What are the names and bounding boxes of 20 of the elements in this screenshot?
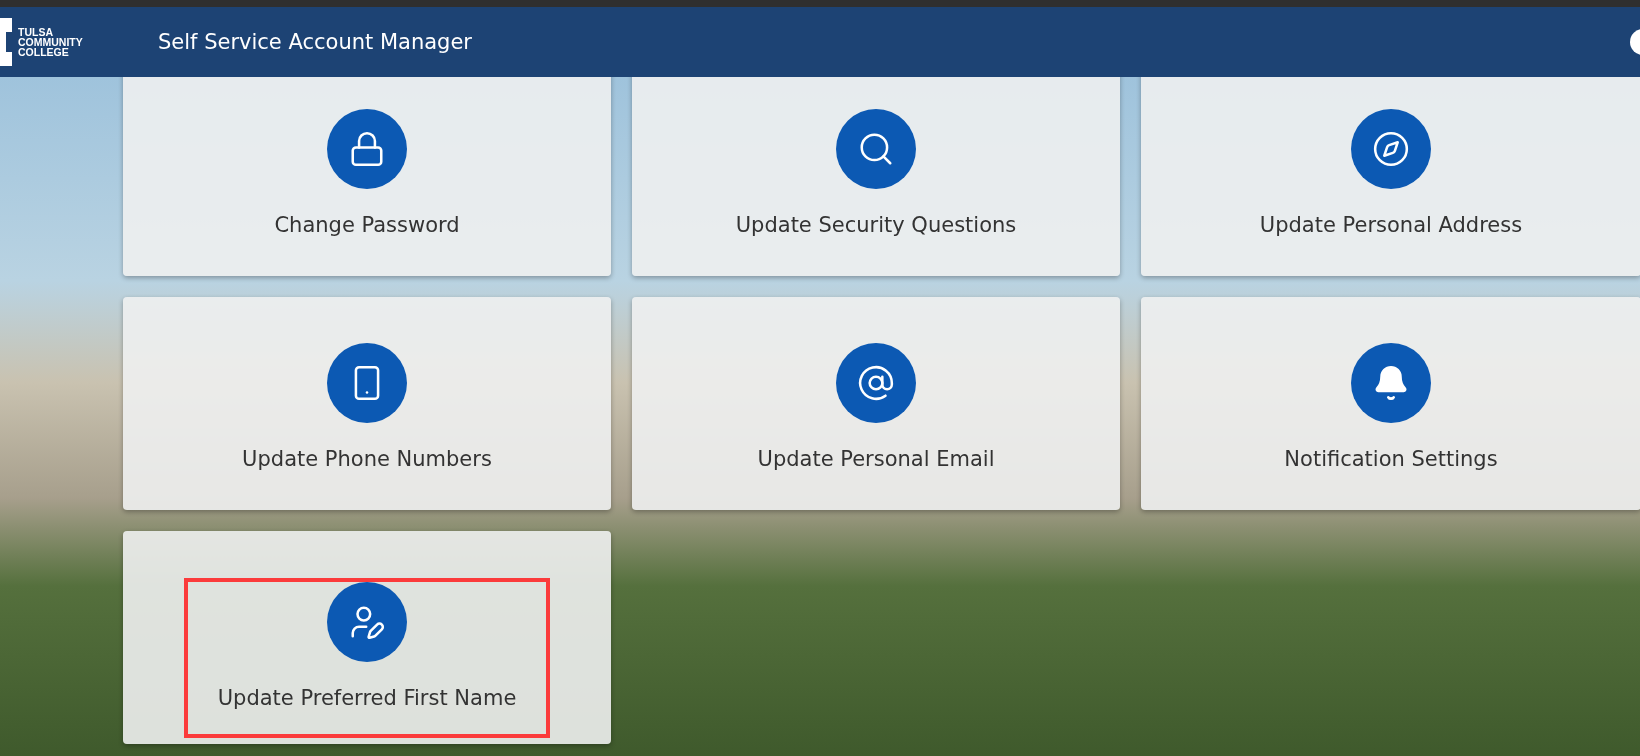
- logo-text: TULSA COMMUNITY COLLEGE: [18, 27, 83, 57]
- card-label: Update Preferred First Name: [217, 685, 517, 710]
- lock-icon: [348, 129, 386, 168]
- card-label: Update Phone Numbers: [242, 446, 492, 471]
- card-label: Notification Settings: [1284, 446, 1498, 471]
- menu-card[interactable]: Notification Settings: [1141, 297, 1640, 510]
- page-title: Self Service Account Manager: [158, 30, 473, 54]
- menu-card[interactable]: Update Security Questions: [632, 77, 1120, 276]
- card-label: Change Password: [274, 212, 460, 237]
- menu-card[interactable]: Update Personal Address: [1141, 77, 1640, 276]
- menu-card[interactable]: Update Personal Email: [632, 297, 1120, 510]
- menu-card[interactable]: Change Password: [123, 77, 611, 276]
- menu-card[interactable]: Update Preferred First Name: [123, 531, 611, 744]
- card-label: Update Security Questions: [735, 212, 1017, 237]
- logo-icon: [0, 18, 12, 66]
- menu-card[interactable]: Update Phone Numbers: [123, 297, 611, 510]
- card-label: Update Personal Address: [1259, 212, 1523, 237]
- card-label: Update Personal Email: [757, 446, 995, 471]
- compass-icon: [1372, 129, 1410, 168]
- at-sign-icon: [857, 363, 895, 402]
